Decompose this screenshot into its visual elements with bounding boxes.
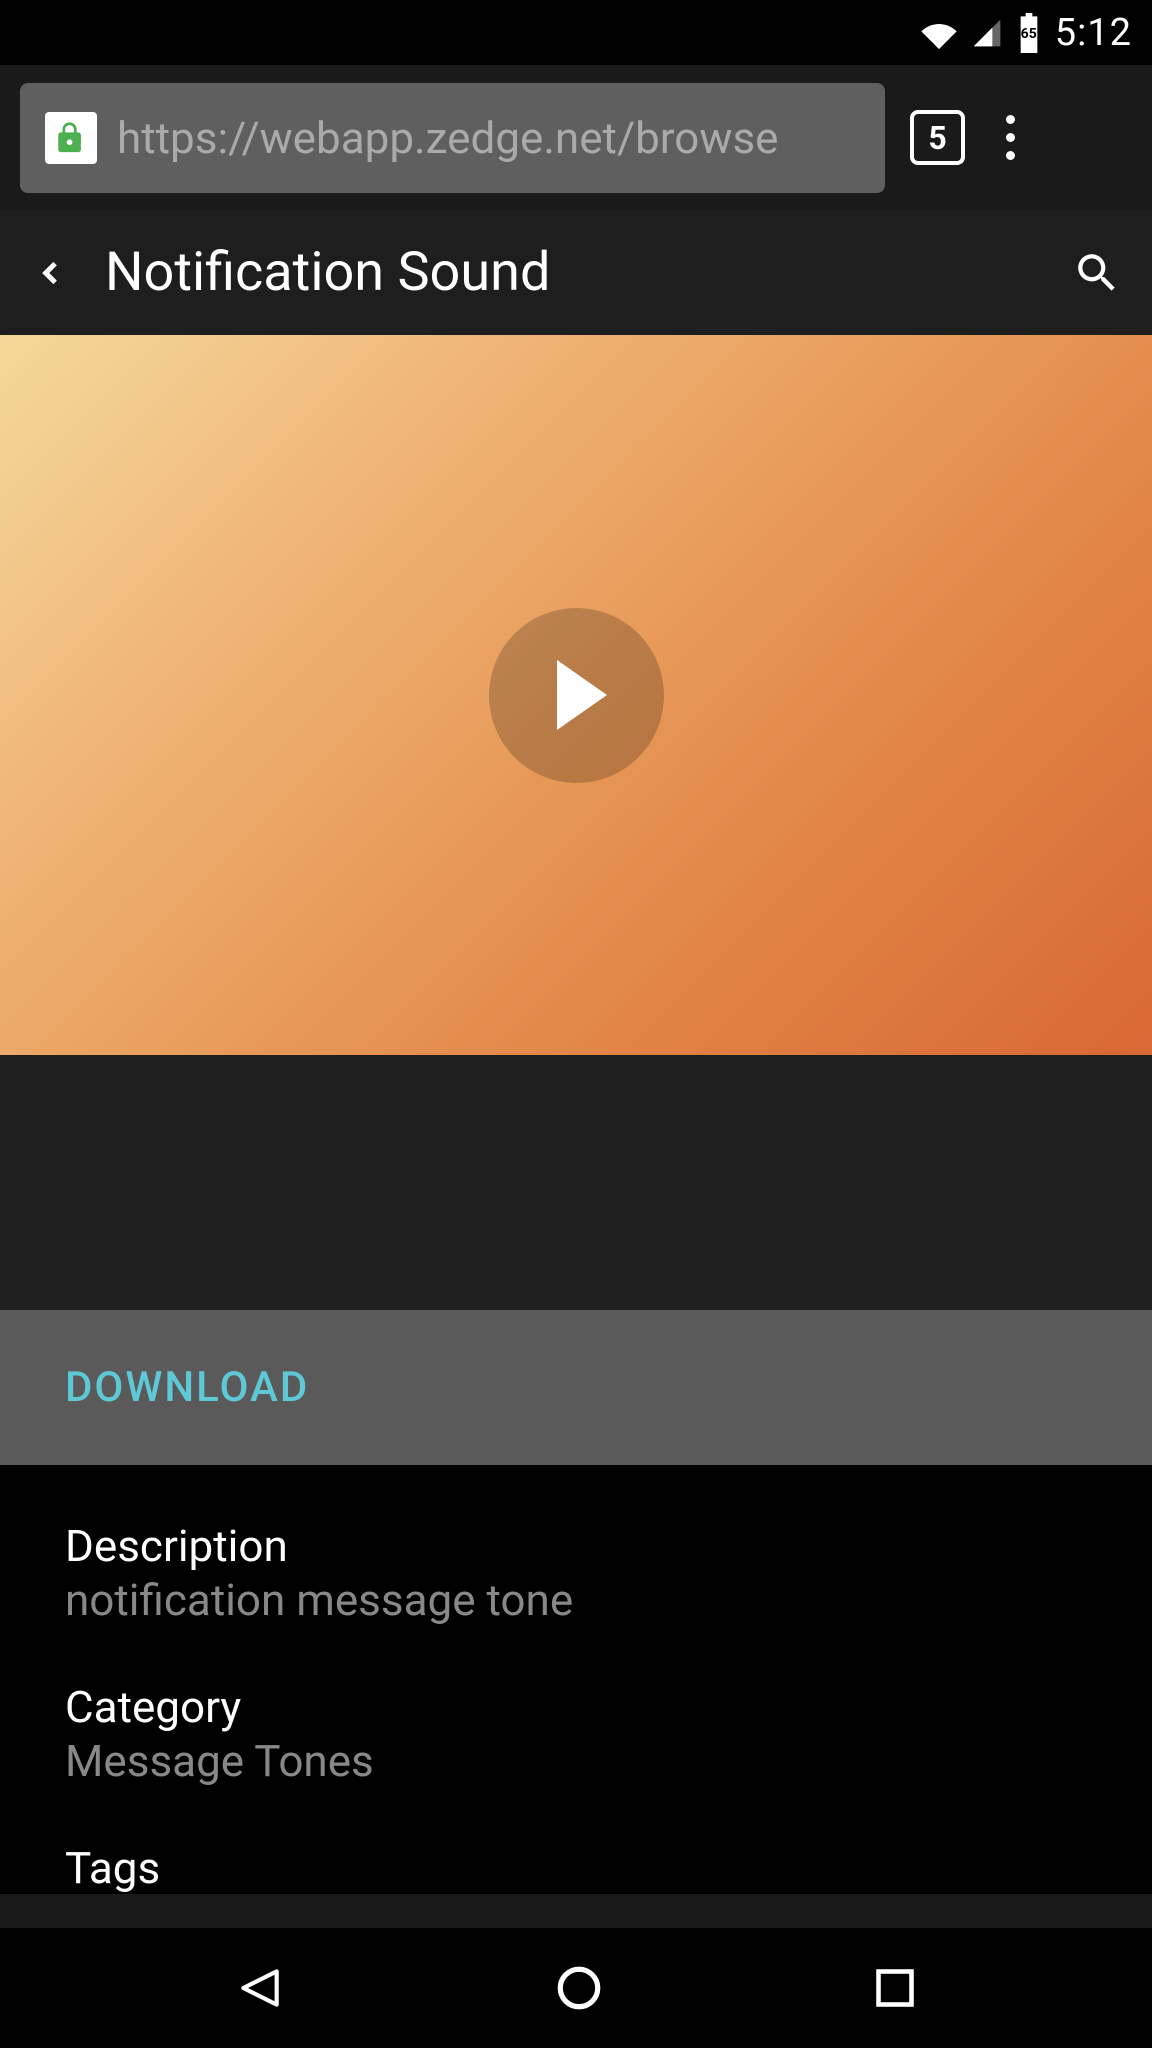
search-icon[interactable]: [1072, 248, 1122, 298]
signal-icon: [969, 17, 1005, 49]
battery-icon: 65: [1015, 13, 1043, 53]
tab-count-button[interactable]: 5: [910, 110, 965, 165]
spacer: [0, 1055, 1152, 1310]
audio-player-area: [0, 335, 1152, 1055]
description-item: Description notification message tone: [65, 1520, 1087, 1626]
category-item: Category Message Tones: [65, 1681, 1087, 1787]
url-bar[interactable]: https://webapp.zedge.net/browse: [20, 83, 885, 193]
lock-icon: [45, 112, 97, 164]
play-button[interactable]: [489, 608, 664, 783]
url-text: https://webapp.zedge.net/browse: [117, 112, 778, 164]
nav-back-button[interactable]: [235, 1963, 285, 2013]
system-nav-bar: [0, 1928, 1152, 2048]
menu-dot-icon: [1006, 151, 1015, 160]
download-button[interactable]: DOWNLOAD: [0, 1310, 1152, 1465]
play-icon: [557, 660, 607, 730]
battery-level: 65: [1021, 25, 1037, 41]
description-value: notification message tone: [65, 1574, 1087, 1626]
status-icons: 65: [919, 13, 1043, 53]
menu-dot-icon: [1006, 133, 1015, 142]
details-section: Description notification message tone Ca…: [0, 1465, 1152, 1894]
back-button[interactable]: [30, 248, 70, 298]
header-left: Notification Sound: [30, 241, 550, 304]
nav-home-button[interactable]: [554, 1963, 604, 2013]
download-label: DOWNLOAD: [65, 1363, 309, 1412]
tab-count-value: 5: [928, 119, 946, 157]
app-header: Notification Sound: [0, 210, 1152, 335]
browser-chrome-bar: https://webapp.zedge.net/browse 5: [0, 65, 1152, 210]
page-title: Notification Sound: [105, 241, 550, 304]
description-label: Description: [65, 1520, 1087, 1572]
wifi-icon: [919, 17, 959, 49]
browser-menu-button[interactable]: [990, 115, 1030, 160]
category-label: Category: [65, 1681, 1087, 1733]
menu-dot-icon: [1006, 115, 1015, 124]
nav-recent-button[interactable]: [873, 1966, 917, 2010]
tags-item: Tags: [65, 1842, 1087, 1894]
clock-time: 5:12: [1055, 11, 1132, 55]
category-value: Message Tones: [65, 1735, 1087, 1787]
tags-label: Tags: [65, 1842, 1087, 1894]
status-bar: 65 5:12: [0, 0, 1152, 65]
